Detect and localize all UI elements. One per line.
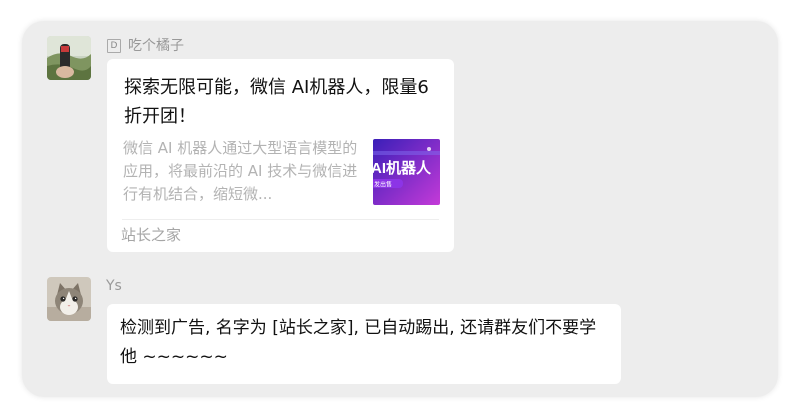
message-text: 检测到广告, 名字为 [站长之家], 已自动踢出, 还请群友们不要学他 ~~~~… <box>120 318 597 367</box>
card-divider <box>122 219 439 220</box>
ai-robot-banner-icon: AI机器人 发出售 <box>373 139 440 205</box>
sender-tag: D <box>107 39 121 53</box>
sender-name: Ys <box>106 278 122 294</box>
card-title: 探索无限可能，微信 AI机器人，限量6折开团！ <box>124 77 429 127</box>
cat-avatar-icon <box>47 277 91 321</box>
text-message[interactable]: 检测到广告, 名字为 [站长之家], 已自动踢出, 还请群友们不要学他 ~~~~… <box>107 304 621 384</box>
thumbnail-subtext: 发出售 <box>374 181 392 189</box>
link-card-message[interactable]: 探索无限可能，微信 AI机器人，限量6折开团！ 微信 AI 机器人通过大型语言模… <box>107 59 454 252</box>
avatar[interactable] <box>47 277 91 321</box>
person-outdoors-avatar-icon <box>47 36 91 80</box>
card-thumbnail: AI机器人 发出售 <box>373 139 440 205</box>
thumbnail-text: AI机器人 <box>373 159 432 177</box>
card-description: 微信 AI 机器人通过大型语言模型的应用，将最前沿的 AI 技术与微信进行有机结… <box>123 139 358 203</box>
card-source: 站长之家 <box>121 226 182 244</box>
sender-name: D 吃个橘子 <box>107 37 184 55</box>
avatar[interactable] <box>47 36 91 80</box>
sender-name-text: 吃个橘子 <box>128 38 184 54</box>
